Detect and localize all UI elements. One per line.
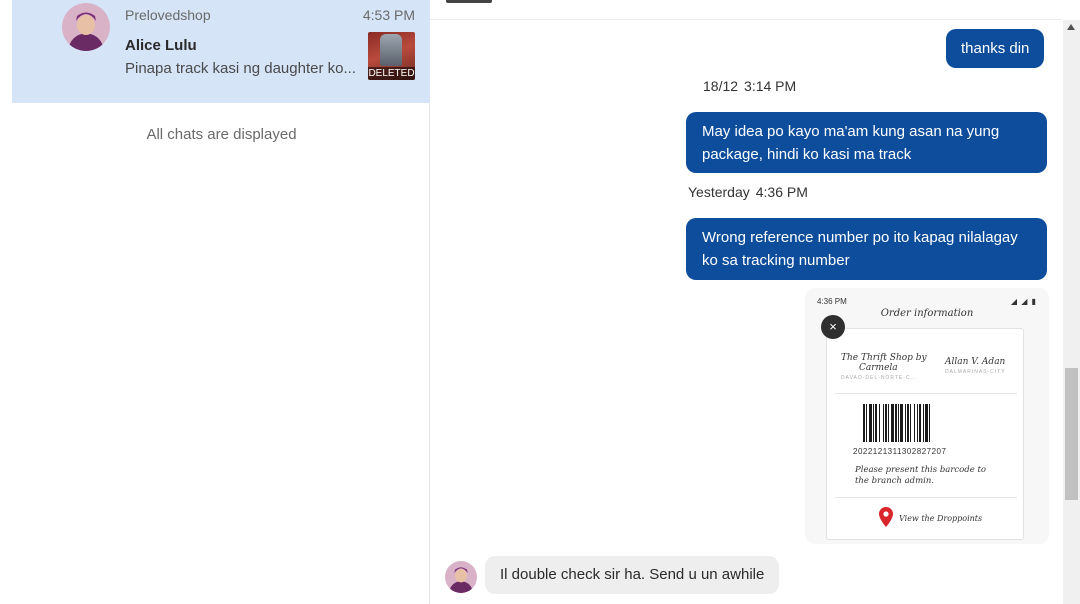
- deleted-badge: DELETED: [368, 67, 415, 80]
- product-thumbnail: DELETED: [368, 32, 415, 80]
- chat-list-item-alice-lulu[interactable]: Prelovedshop 4:53 PM Alice Lulu Pinapa t…: [12, 0, 430, 103]
- order-card: The Thrift Shop by Carmela Allan V. Adan…: [826, 328, 1024, 540]
- scrollbar-thumb[interactable]: [1065, 368, 1078, 500]
- image-attachment[interactable]: 4:36 PM ◢ ◢ ▮ Order information The Thri…: [805, 288, 1049, 544]
- instruction-line-1: Please present this barcode to: [855, 465, 986, 475]
- timestamp-time: 3:14 PM: [744, 78, 797, 94]
- close-icon[interactable]: ×: [821, 315, 845, 339]
- message-text: Wrong reference number po ito kapag nila…: [702, 229, 1018, 269]
- message-outgoing: Wrong reference number po ito kapag nila…: [686, 218, 1047, 280]
- avatar: [62, 3, 110, 51]
- message-text: Il double check sir ha. Send u un awhile: [500, 566, 765, 583]
- sender-line-2: Carmela: [859, 363, 898, 373]
- barcode-number: 2022121311302827207: [853, 447, 947, 456]
- message-text: thanks din: [961, 40, 1030, 57]
- scroll-up-arrow-icon[interactable]: [1067, 24, 1075, 30]
- chat-shop-name: Prelovedshop: [125, 7, 211, 23]
- sender-line-1: The Thrift Shop by: [841, 353, 927, 363]
- message-text: May idea po kayo ma'am kung asan na yung…: [702, 123, 1000, 163]
- receiver-name: Allan V. Adan: [945, 357, 1006, 367]
- message-outgoing: May idea po kayo ma'am kung asan na yung…: [686, 112, 1047, 173]
- chat-list-panel: Prelovedshop 4:53 PM Alice Lulu Pinapa t…: [0, 0, 430, 604]
- phone-status-icons: ◢ ◢ ▮: [1010, 297, 1037, 306]
- instruction-line-2: the branch admin.: [855, 476, 935, 486]
- garment-image: [380, 34, 402, 66]
- phone-status-time: 4:36 PM: [817, 297, 847, 306]
- view-droppoints-link[interactable]: View the Droppoints: [899, 514, 982, 523]
- chat-contact-name: Alice Lulu: [125, 37, 197, 54]
- cropped-badge: [446, 0, 492, 3]
- conversation-top-edge: [430, 0, 1062, 20]
- order-information-title: Order information: [880, 308, 974, 319]
- chat-preview: Pinapa track kasi ng daughter ko...: [125, 60, 356, 77]
- chat-time: 4:53 PM: [362, 7, 415, 23]
- contact-avatar: [445, 561, 477, 593]
- receiver-address: DALMARINAS-CITY: [945, 369, 1006, 375]
- sender-address: DAVAO-DEL-NORTE-C...: [841, 375, 918, 381]
- card-divider: [835, 497, 1017, 498]
- sender-name: The Thrift Shop by Carmela: [841, 353, 927, 373]
- message-timestamp: 18/12 3:14 PM: [703, 78, 796, 94]
- card-divider: [835, 393, 1017, 394]
- message-outgoing: thanks din: [946, 29, 1045, 68]
- timestamp-date: Yesterday: [688, 184, 750, 200]
- timestamp-time: 4:36 PM: [755, 184, 808, 200]
- conversation-scrollbar[interactable]: [1063, 20, 1080, 604]
- barcode: [863, 404, 930, 442]
- conversation-panel: thanks din 18/12 3:14 PM May idea po kayo…: [430, 0, 1080, 604]
- timestamp-date: 18/12: [703, 78, 739, 94]
- all-chats-displayed-label: All chats are displayed: [146, 126, 297, 143]
- message-incoming: Il double check sir ha. Send u un awhile: [485, 556, 780, 594]
- location-pin-icon: [879, 507, 893, 527]
- barcode-instruction: Please present this barcode to the branc…: [855, 465, 986, 487]
- message-timestamp: Yesterday 4:36 PM: [688, 184, 808, 200]
